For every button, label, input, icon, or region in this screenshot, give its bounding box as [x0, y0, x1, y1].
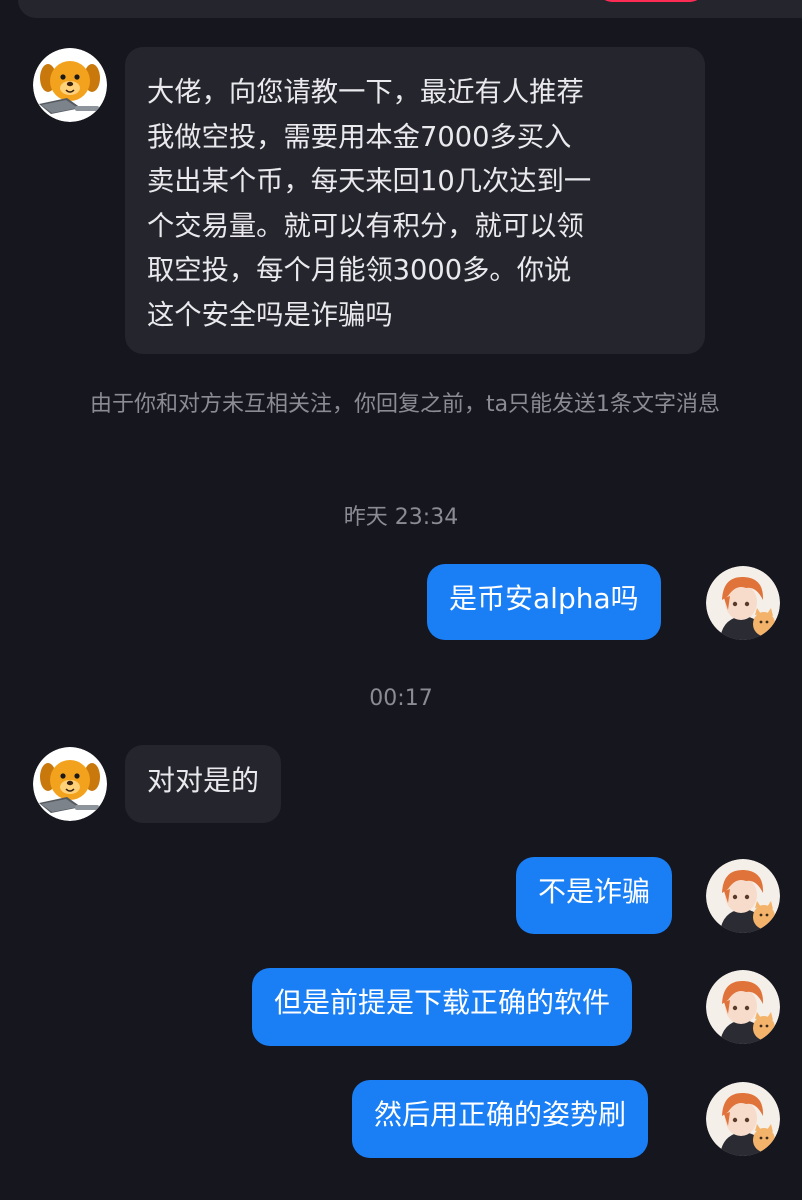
- dog-avatar-icon: [33, 48, 107, 122]
- message-bubble-outgoing[interactable]: 不是诈骗: [516, 857, 673, 934]
- anime-avatar-icon: [706, 970, 780, 1044]
- anime-avatar-icon: [706, 1082, 780, 1156]
- anime-avatar-icon: [706, 566, 780, 640]
- top-action-button[interactable]: [598, 0, 704, 2]
- self-avatar[interactable]: [706, 1082, 780, 1156]
- message-bubble-outgoing[interactable]: 但是前提是下载正确的软件: [252, 968, 633, 1046]
- self-avatar[interactable]: [706, 970, 780, 1044]
- message-bubble-incoming[interactable]: 对对是的: [125, 745, 282, 823]
- dog-avatar-icon: [33, 747, 107, 821]
- contact-avatar[interactable]: [33, 747, 107, 821]
- contact-avatar[interactable]: [33, 48, 107, 122]
- timestamp: 昨天 23:34: [343, 505, 459, 530]
- message-bubble-outgoing[interactable]: 是币安alpha吗: [427, 564, 661, 640]
- anime-avatar-icon: [706, 859, 780, 933]
- self-avatar[interactable]: [706, 859, 780, 933]
- timestamp: 00:17: [369, 686, 433, 711]
- previous-card: [18, 0, 802, 18]
- follow-restriction-notice: 由于你和对方未互相关注，你回复之前，ta只能发送1条文字消息: [89, 392, 721, 417]
- self-avatar[interactable]: [706, 566, 780, 640]
- message-bubble-outgoing[interactable]: 然后用正确的姿势刷: [352, 1080, 649, 1158]
- chat-screen: 大佬，向您请教一下，最近有人推荐 我做空投，需要用本金7000多买入 卖出某个币…: [0, 0, 802, 1200]
- message-bubble-incoming[interactable]: 大佬，向您请教一下，最近有人推荐 我做空投，需要用本金7000多买入 卖出某个币…: [125, 47, 705, 354]
